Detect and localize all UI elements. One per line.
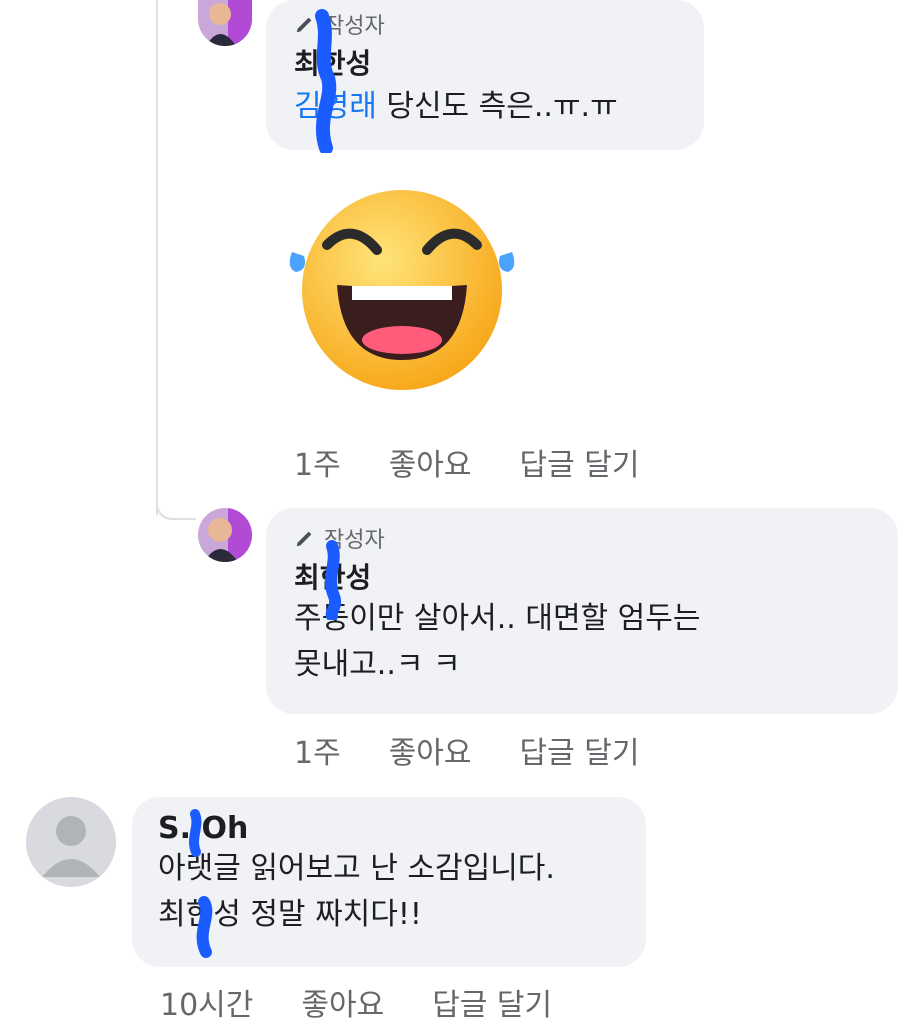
comment-line: 아랫글 읽어보고 난 소감입니다. (158, 851, 555, 886)
comment-text: 주둥이만 살아서.. 대면할 엄두는 못내고..ㅋ ㅋ (294, 596, 870, 688)
redaction-scribble (325, 540, 342, 620)
thread-connector (156, 490, 196, 520)
author-badge: 작성자 (294, 8, 676, 40)
comment-author[interactable]: S. Oh (158, 811, 620, 846)
reply-button[interactable]: 답글 달기 (432, 980, 552, 1024)
reply-button[interactable]: 답글 달기 (520, 440, 640, 484)
redaction-scribble (196, 896, 213, 958)
comment-time[interactable]: 10시간 (160, 980, 253, 1024)
comment-body: 당신도 측은..ㅠ.ㅠ (376, 89, 618, 124)
redaction-scribble (315, 9, 337, 153)
like-button[interactable]: 좋아요 (389, 728, 472, 772)
comment-text: 김영래 당신도 측은..ㅠ.ㅠ (294, 84, 676, 130)
author-badge: 작성자 (294, 522, 870, 554)
comment-bubble: 작성자 최한성 주둥이만 살아서.. 대면할 엄두는 못내고..ㅋ ㅋ (266, 508, 898, 714)
like-button[interactable]: 좋아요 (389, 440, 472, 484)
comment-time[interactable]: 1주 (294, 728, 341, 772)
avatar[interactable] (26, 797, 116, 887)
comment-author[interactable]: 최한성 (294, 42, 676, 82)
redaction-scribble (189, 809, 202, 857)
comment-time[interactable]: 1주 (294, 440, 341, 484)
comment-line: 주둥이만 살아서.. 대면할 엄두는 (294, 601, 701, 636)
like-button[interactable]: 좋아요 (301, 980, 384, 1024)
comment-line: 못내고..ㅋ ㅋ (294, 647, 461, 682)
comment-text: 아랫글 읽어보고 난 소감입니다. 최한성 정말 짜치다!! (158, 846, 620, 938)
avatar[interactable] (198, 0, 252, 46)
default-user-icon (26, 797, 116, 887)
comment-author[interactable]: 최한성 (294, 556, 870, 596)
avatar[interactable] (198, 508, 252, 562)
comment-actions: 10시간 좋아요 답글 달기 (160, 980, 600, 1024)
thread-line (156, 0, 158, 515)
laughing-tears-emoji (289, 190, 515, 390)
reply-button[interactable]: 답글 달기 (520, 728, 640, 772)
comment-actions: 1주 좋아요 답글 달기 (294, 440, 687, 484)
comment-actions: 1주 좋아요 답글 달기 (294, 728, 687, 772)
comment-line: 최한성 정말 짜치다!! (158, 897, 422, 932)
